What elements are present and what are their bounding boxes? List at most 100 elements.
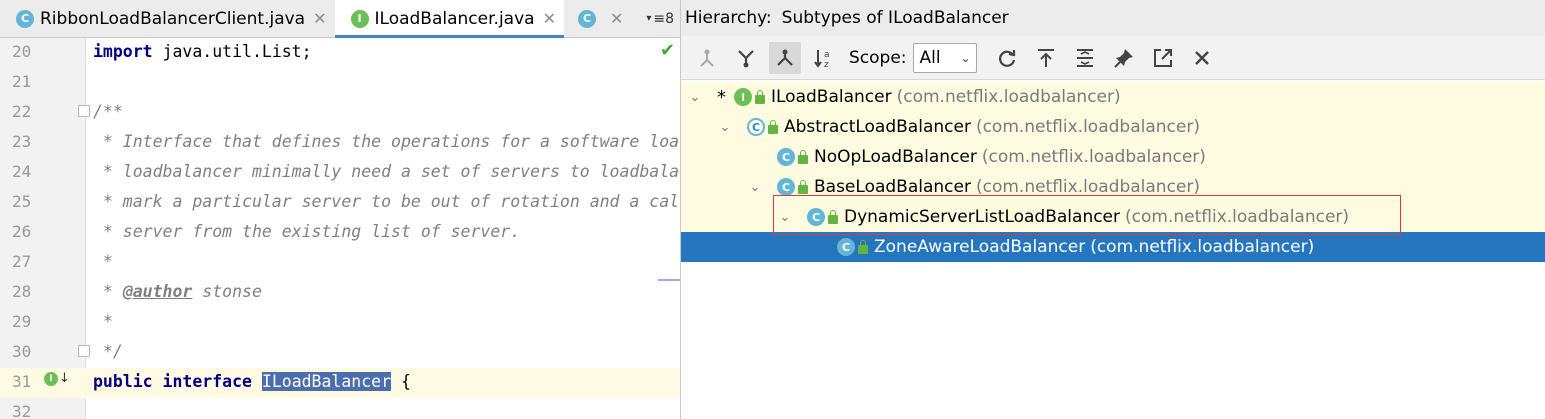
- tab-third[interactable]: C ✕: [564, 0, 631, 37]
- line-number: 21: [12, 72, 32, 91]
- class-icon: C: [577, 9, 596, 28]
- code-line[interactable]: *: [86, 308, 680, 338]
- tree-row[interactable]: ⌄ C DynamicServerListLoadBalancer (com.netf…: [681, 202, 1545, 232]
- gutter-line: 24: [0, 158, 86, 188]
- pin-tab-button[interactable]: [1108, 42, 1140, 74]
- selected-identifier: ILoadBalancer: [261, 372, 392, 391]
- code-line[interactable]: [86, 68, 680, 98]
- class-icon: C: [807, 208, 825, 226]
- line-number: 22: [12, 102, 32, 121]
- hierarchy-tree: ⌄ * I ILoadBalancer (com.netflix.loadbalance…: [681, 82, 1545, 419]
- base-marker: *: [717, 86, 726, 108]
- hierarchy-header: Hierarchy: Subtypes of ILoadBalancer: [681, 0, 1545, 36]
- code-area[interactable]: import java.util.List; /** * Interface th…: [86, 38, 680, 419]
- gutter-line: 27: [0, 248, 86, 278]
- public-lock-icon: [755, 89, 765, 104]
- gutter-line: 32: [0, 398, 86, 419]
- class-icon: C: [837, 238, 855, 256]
- tab-label: RibbonLoadBalancerClient.java: [40, 8, 306, 29]
- tab-label: ILoadBalancer.java: [374, 8, 535, 29]
- code-line[interactable]: * loadbalancer minimally need a set of s…: [86, 158, 680, 188]
- line-number: 20: [12, 42, 32, 61]
- line-number: 32: [12, 402, 32, 419]
- sort-alphabetically-button[interactable]: az: [808, 42, 840, 74]
- tabs-overflow-count: ≡8: [653, 10, 674, 27]
- tab-ribbon-load-balancer-client[interactable]: C RibbonLoadBalancerClient.java ✕: [0, 0, 335, 37]
- editor-tab-bar: C RibbonLoadBalancerClient.java ✕ I ILoa…: [0, 0, 680, 38]
- public-lock-icon: [798, 179, 808, 194]
- code-line[interactable]: import java.util.List;: [86, 38, 680, 68]
- code-line[interactable]: * Interface that defines the operations …: [86, 128, 680, 158]
- implemented-by-icon[interactable]: I ↓: [44, 371, 70, 386]
- abstract-class-icon: C: [747, 118, 765, 136]
- tree-item-name: ILoadBalancer: [771, 87, 892, 107]
- class-icon: C: [777, 148, 795, 166]
- hierarchy-subtitle: Subtypes of ILoadBalancer: [781, 8, 1009, 28]
- open-in-window-button[interactable]: [1147, 42, 1179, 74]
- code-text: * server from the existing list of serve…: [93, 222, 521, 241]
- gutter-line: 29: [0, 308, 86, 338]
- tree-row[interactable]: C ZoneAwareLoadBalancer (com.netflix.loadb…: [681, 232, 1545, 262]
- gutter-line: 21: [0, 68, 86, 98]
- checkmark-icon: ✔: [660, 40, 676, 61]
- code-line[interactable]: * server from the existing list of serve…: [86, 218, 680, 248]
- chevron-down-icon[interactable]: ⌄: [687, 90, 703, 105]
- class-icon: C: [16, 9, 34, 28]
- tree-item-package: (com.netflix.loadbalancer): [1090, 237, 1315, 257]
- code-line[interactable]: public interface ILoadBalancer {: [86, 368, 680, 398]
- scrollbar-marker: [658, 279, 680, 281]
- supertypes-hierarchy-button[interactable]: [691, 42, 723, 74]
- code-line[interactable]: [86, 398, 680, 419]
- svg-text:a: a: [824, 50, 830, 60]
- code-line[interactable]: * mark a particular server to be out of …: [86, 188, 680, 218]
- close-icon: [1194, 50, 1209, 65]
- line-number: 24: [12, 162, 32, 181]
- expand-all-button[interactable]: [1069, 42, 1101, 74]
- line-number: 26: [12, 222, 32, 241]
- line-number: 31: [12, 372, 32, 391]
- expand-all-icon: [1076, 48, 1093, 67]
- close-icon[interactable]: ✕: [610, 9, 623, 28]
- export-to-text-button[interactable]: [1030, 42, 1062, 74]
- close-icon[interactable]: ✕: [543, 9, 556, 28]
- code-line[interactable]: /**: [86, 98, 680, 128]
- interface-icon: I: [734, 88, 752, 106]
- tree-item-package: (com.netflix.loadbalancer): [1125, 207, 1350, 227]
- line-number: 25: [12, 192, 32, 211]
- chevron-down-icon[interactable]: ⌄: [777, 210, 793, 225]
- tab-iloadbalancer[interactable]: I ILoadBalancer.java ✕: [334, 0, 565, 38]
- code-line[interactable]: * @author stonse: [86, 278, 680, 308]
- subtypes-icon: [738, 49, 754, 67]
- gutter-line: 30: [0, 338, 90, 368]
- tree-row[interactable]: C NoOpLoadBalancer (com.netflix.loadbalanc…: [681, 142, 1545, 172]
- tree-row[interactable]: ⌄ C AbstractLoadBalancer (com.netflix.loadb…: [681, 112, 1545, 142]
- tree-item-name: BaseLoadBalancer: [814, 177, 971, 197]
- code-text: * @author stonse: [93, 282, 262, 301]
- chevron-down-icon[interactable]: ⌄: [717, 120, 733, 135]
- gutter-line: 22: [0, 98, 90, 128]
- class-hierarchy-button[interactable]: [769, 41, 801, 74]
- code-line[interactable]: *: [86, 248, 680, 278]
- scope-select[interactable]: All ⌄: [912, 42, 977, 73]
- gutter-line: 26: [0, 218, 86, 248]
- code-line[interactable]: */: [86, 338, 680, 368]
- supertypes-icon: [700, 49, 714, 67]
- tree-item-name: AbstractLoadBalancer: [784, 117, 971, 137]
- subtypes-hierarchy-button[interactable]: [730, 42, 762, 74]
- hierarchy-toolbar: az Scope: All ⌄: [681, 36, 1545, 80]
- close-panel-button[interactable]: [1186, 42, 1218, 74]
- code-text: *: [93, 252, 113, 271]
- editor-gutter: 20 21 22 23 24 25 26 27 28 29 30 31 I ↓ 32: [0, 38, 90, 419]
- refresh-icon: [998, 49, 1015, 67]
- tree-row[interactable]: ⌄ * I ILoadBalancer (com.netflix.loadbalance…: [681, 82, 1545, 112]
- tree-row[interactable]: ⌄ C BaseLoadBalancer (com.netflix.loadbalan…: [681, 172, 1545, 202]
- refresh-button[interactable]: [991, 42, 1023, 74]
- close-icon[interactable]: ✕: [313, 9, 326, 28]
- chevron-down-icon[interactable]: ⌄: [747, 180, 763, 195]
- gutter-line: 25: [0, 188, 86, 218]
- code-text: *: [93, 312, 113, 331]
- tree-item-package: (com.netflix.loadbalancer): [981, 147, 1206, 167]
- gutter-line: 28: [0, 278, 86, 308]
- tabs-overflow-button[interactable]: ▾ ≡8: [640, 0, 680, 37]
- code-text: * loadbalancer minimally need a set of s…: [93, 162, 680, 181]
